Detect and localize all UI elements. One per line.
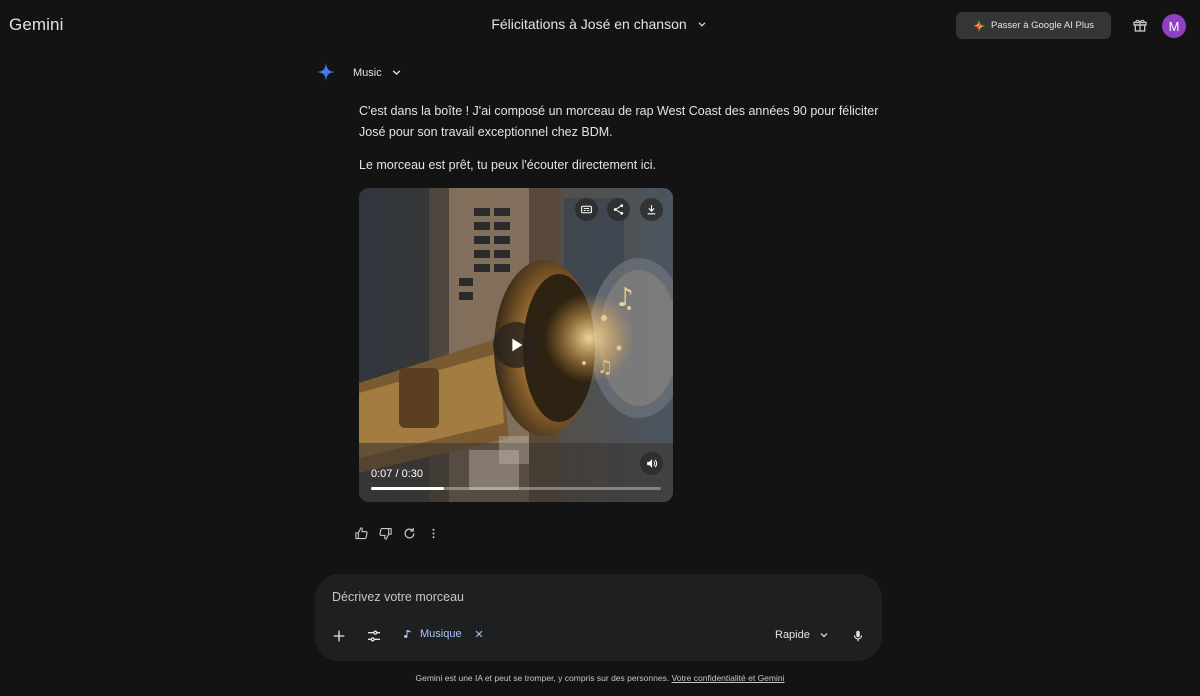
- mode-label: Rapide: [775, 629, 810, 641]
- gift-icon[interactable]: [1132, 17, 1148, 33]
- gemini-star-icon: [316, 62, 336, 82]
- play-icon: [505, 334, 527, 356]
- music-tool-chip[interactable]: Musique: [402, 627, 484, 641]
- music-video-player[interactable]: ♪ ♫ 0:07 / 0:30: [359, 188, 673, 502]
- svg-text:♫: ♫: [597, 357, 613, 378]
- response-actions: [353, 525, 441, 541]
- volume-icon[interactable]: [640, 452, 663, 475]
- privacy-link[interactable]: Votre confidentialité et Gemini: [672, 673, 785, 683]
- progress-fill: [371, 487, 444, 490]
- prompt-input[interactable]: [332, 590, 852, 604]
- mode-selector[interactable]: Rapide: [775, 629, 830, 641]
- thumbs-down-icon[interactable]: [377, 525, 393, 541]
- brand-logo[interactable]: Gemini: [9, 15, 63, 35]
- sparkle-icon: [973, 19, 985, 32]
- thumbs-up-icon[interactable]: [353, 525, 369, 541]
- model-label: Music: [353, 66, 382, 79]
- progress-bar[interactable]: [371, 487, 661, 490]
- svg-text:♪: ♪: [617, 283, 634, 313]
- music-note-icon: [402, 627, 414, 641]
- share-icon[interactable]: [607, 198, 630, 221]
- play-button[interactable]: [493, 322, 539, 368]
- music-chip-label: Musique: [420, 628, 462, 640]
- response-paragraph: C'est dans la boîte ! J'ai composé un mo…: [359, 104, 879, 139]
- playback-time: 0:07 / 0:30: [371, 468, 423, 480]
- disclaimer-footer: Gemini est une IA et peut se tromper, y …: [0, 673, 1200, 683]
- download-icon[interactable]: [640, 198, 663, 221]
- chevron-down-icon: [818, 629, 830, 641]
- upgrade-button[interactable]: Passer à Google AI Plus: [956, 12, 1111, 39]
- response-paragraph: Le morceau est prêt, tu peux l'écouter d…: [359, 158, 656, 172]
- prompt-composer: Musique Rapide: [315, 574, 882, 661]
- microphone-icon[interactable]: [851, 628, 865, 644]
- add-icon[interactable]: [331, 628, 347, 644]
- chevron-down-icon: [390, 66, 403, 79]
- gemini-app: Gemini Félicitations à José en chanson P…: [0, 0, 1200, 696]
- captions-icon[interactable]: [575, 198, 598, 221]
- more-vert-icon[interactable]: [425, 525, 441, 541]
- model-selector[interactable]: Music: [353, 66, 403, 79]
- upgrade-label: Passer à Google AI Plus: [991, 20, 1094, 31]
- avatar[interactable]: M: [1162, 14, 1186, 38]
- tools-icon[interactable]: [366, 628, 382, 644]
- chevron-down-icon[interactable]: [695, 17, 709, 31]
- regenerate-icon[interactable]: [401, 525, 417, 541]
- conversation-title[interactable]: Félicitations à José en chanson: [491, 16, 686, 32]
- disclaimer-text: Gemini est une IA et peut se tromper, y …: [415, 673, 672, 683]
- close-icon[interactable]: [474, 629, 484, 639]
